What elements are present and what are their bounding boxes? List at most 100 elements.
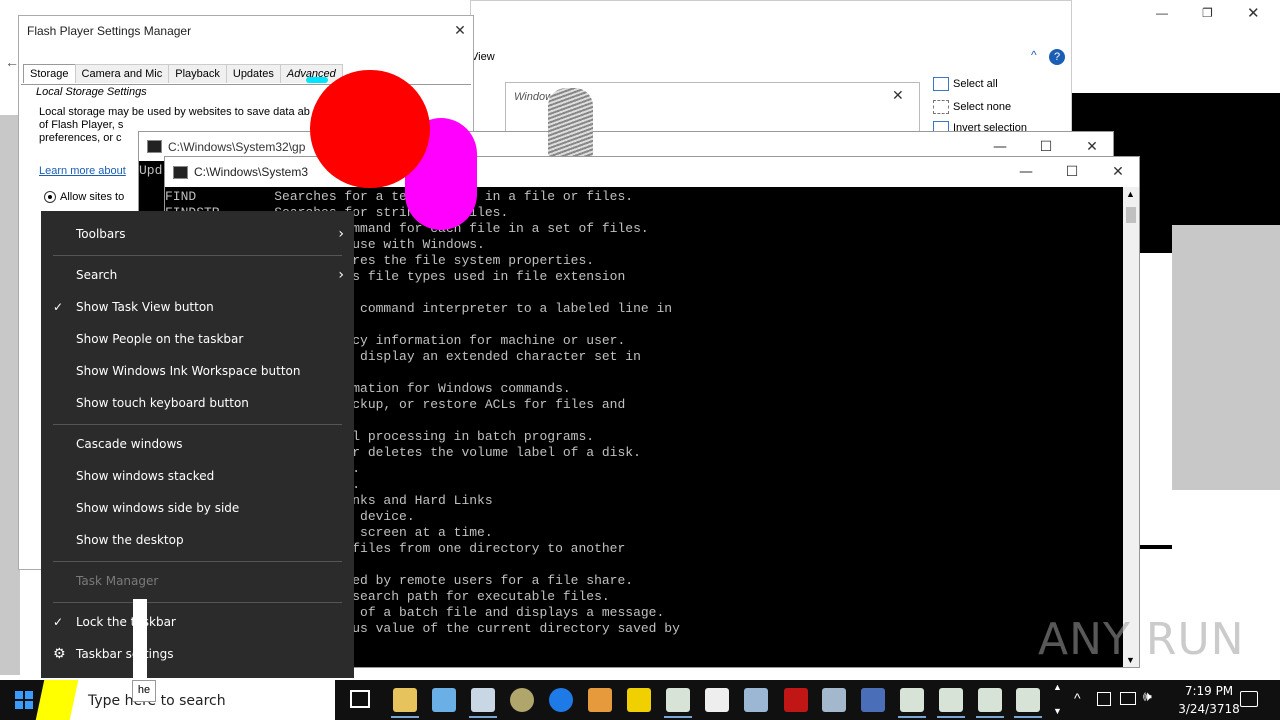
windows-logo-icon	[15, 691, 33, 709]
explorer-view-tab[interactable]: View	[471, 51, 495, 63]
menu-taskbar-settings[interactable]: ⚙ Taskbar settings	[41, 638, 354, 670]
select-none-button[interactable]: Select none	[933, 100, 1011, 114]
flash-artifact-stripes	[548, 88, 593, 156]
menu-separator	[53, 255, 342, 256]
cmd-close-icon[interactable]: ✕	[1095, 157, 1141, 187]
back-arrow-icon[interactable]: ←	[5, 54, 19, 70]
tab-playback[interactable]: Playback	[168, 64, 227, 83]
cmd-icon	[173, 165, 188, 179]
explorer-collapse-icon[interactable]: ^	[1031, 48, 1037, 62]
cmd-back-title: C:\Windows\System32\gp	[168, 140, 306, 154]
scroll-up-icon[interactable]: ▲	[1126, 189, 1135, 199]
taskbar-app-icon[interactable]	[822, 688, 846, 712]
glitch-block	[1140, 545, 1172, 549]
explorer-help-icon[interactable]: ?	[1049, 49, 1065, 65]
taskbar-scroll-down-icon[interactable]: ▼	[1053, 706, 1062, 716]
tab-storage[interactable]: Storage	[23, 64, 76, 83]
action-center-icon[interactable]	[1240, 691, 1258, 707]
cmd-back-icon	[147, 140, 162, 153]
menu-separator	[53, 602, 342, 603]
cmd-minimize-icon[interactable]: —	[1003, 157, 1049, 187]
taskbar-app-icon[interactable]	[1016, 688, 1040, 712]
chevron-right-icon: ›	[338, 267, 344, 283]
menu-show-task-view[interactable]: ✓ Show Task View button	[41, 291, 354, 323]
select-all-button[interactable]: Select all	[933, 77, 998, 91]
taskbar-scroll-up-icon[interactable]: ▲	[1053, 682, 1062, 692]
taskbar-app-icon[interactable]	[393, 688, 417, 712]
flash-tabs: Storage Camera and Mic Playback Updates …	[23, 64, 343, 83]
flash-desc: preferences, or c	[39, 132, 122, 144]
glitch-bar	[133, 599, 147, 679]
glitch-block	[1172, 225, 1280, 495]
clock-time[interactable]: 7:19 PM	[1174, 684, 1244, 698]
menu-show-desktop[interactable]: Show the desktop	[41, 524, 354, 556]
tab-updates[interactable]: Updates	[225, 64, 281, 83]
search-input[interactable]: Type here to search	[88, 693, 226, 709]
running-indicator	[1014, 716, 1042, 718]
taskbar-app-icon[interactable]	[900, 688, 924, 712]
taskbar-app-icon[interactable]	[666, 688, 690, 712]
cmd-scrollbar[interactable]: ▲ ▼	[1123, 187, 1139, 667]
flash-artifact-red-circle	[310, 70, 430, 188]
menu-cascade-windows[interactable]: Cascade windows	[41, 428, 354, 460]
running-indicator	[391, 716, 419, 718]
windows-features-close-icon[interactable]: ✕	[892, 87, 904, 104]
flash-artifact-cyan	[306, 77, 328, 83]
glitch-block	[1172, 490, 1280, 550]
volume-icon[interactable]: 🕪	[1143, 688, 1152, 705]
taskbar-app-icon[interactable]	[939, 688, 963, 712]
taskbar-app-icon[interactable]	[978, 688, 1002, 712]
menu-search[interactable]: Search ›	[41, 259, 354, 291]
taskbar-app-icon[interactable]	[705, 688, 729, 712]
radio-icon	[44, 191, 56, 203]
running-indicator	[937, 716, 965, 718]
checkmark-icon: ✓	[53, 300, 64, 314]
taskbar-app-icon[interactable]	[471, 688, 495, 712]
select-all-icon	[933, 77, 949, 91]
menu-show-people[interactable]: Show People on the taskbar	[41, 323, 354, 355]
menu-lock-taskbar[interactable]: ✓ Lock the taskbar	[41, 606, 354, 638]
running-indicator	[469, 716, 497, 718]
menu-show-ink-workspace[interactable]: Show Windows Ink Workspace button	[41, 355, 354, 387]
learn-more-link[interactable]: Learn more about	[39, 165, 126, 177]
select-none-icon	[933, 100, 949, 114]
cmd-title: C:\Windows\System3	[194, 165, 309, 179]
taskbar-app-icon[interactable]	[432, 688, 456, 712]
chevron-right-icon: ›	[338, 226, 344, 242]
taskbar-app-icon[interactable]	[861, 688, 885, 712]
menu-toolbars[interactable]: Toolbars ›	[41, 218, 354, 250]
menu-separator	[53, 424, 342, 425]
menu-show-windows-stacked[interactable]: Show windows stacked	[41, 460, 354, 492]
taskbar-context-menu: Toolbars › Search › ✓ Show Task View but…	[41, 211, 354, 679]
bg-minimize-icon[interactable]: —	[1156, 6, 1168, 20]
menu-show-side-by-side[interactable]: Show windows side by side	[41, 492, 354, 524]
taskbar-app-icon[interactable]	[627, 688, 651, 712]
flash-player-icon[interactable]	[784, 688, 808, 712]
cmd-back-text: Upd	[139, 163, 163, 178]
menu-task-manager: Task Manager	[76, 574, 159, 588]
running-indicator	[898, 716, 926, 718]
search-box[interactable]: Type here to search	[35, 680, 335, 720]
network-icon[interactable]	[1120, 692, 1136, 705]
scroll-thumb[interactable]	[1126, 207, 1136, 223]
search-highlight	[35, 680, 79, 720]
taskbar-app-icon[interactable]	[510, 688, 534, 712]
allow-sites-radio[interactable]: Allow sites to	[44, 191, 124, 203]
tray-chevron-icon[interactable]: ^	[1074, 690, 1081, 706]
taskbar-app-icon[interactable]	[588, 688, 612, 712]
flash-desc: Local storage may be used by websites to…	[39, 106, 310, 118]
tray-device-icon[interactable]	[1097, 692, 1111, 706]
taskbar-app-icon[interactable]	[549, 688, 573, 712]
taskbar-app-icon[interactable]	[744, 688, 768, 712]
tab-camera-mic[interactable]: Camera and Mic	[74, 64, 170, 83]
checkmark-icon: ✓	[53, 615, 64, 629]
menu-show-touch-keyboard[interactable]: Show touch keyboard button	[41, 387, 354, 419]
bg-close-icon[interactable]: ✕	[1247, 4, 1260, 22]
gear-icon: ⚙	[53, 646, 66, 662]
task-view-icon[interactable]	[350, 690, 370, 708]
cmd-output-line: FIND Searches for a text string in a fil…	[165, 189, 634, 204]
flash-close-icon[interactable]: ✕	[437, 16, 483, 46]
bg-restore-icon[interactable]: ❐	[1202, 6, 1213, 20]
cmd-maximize-icon[interactable]: ☐	[1049, 157, 1095, 187]
flash-title: Flash Player Settings Manager	[27, 24, 192, 38]
